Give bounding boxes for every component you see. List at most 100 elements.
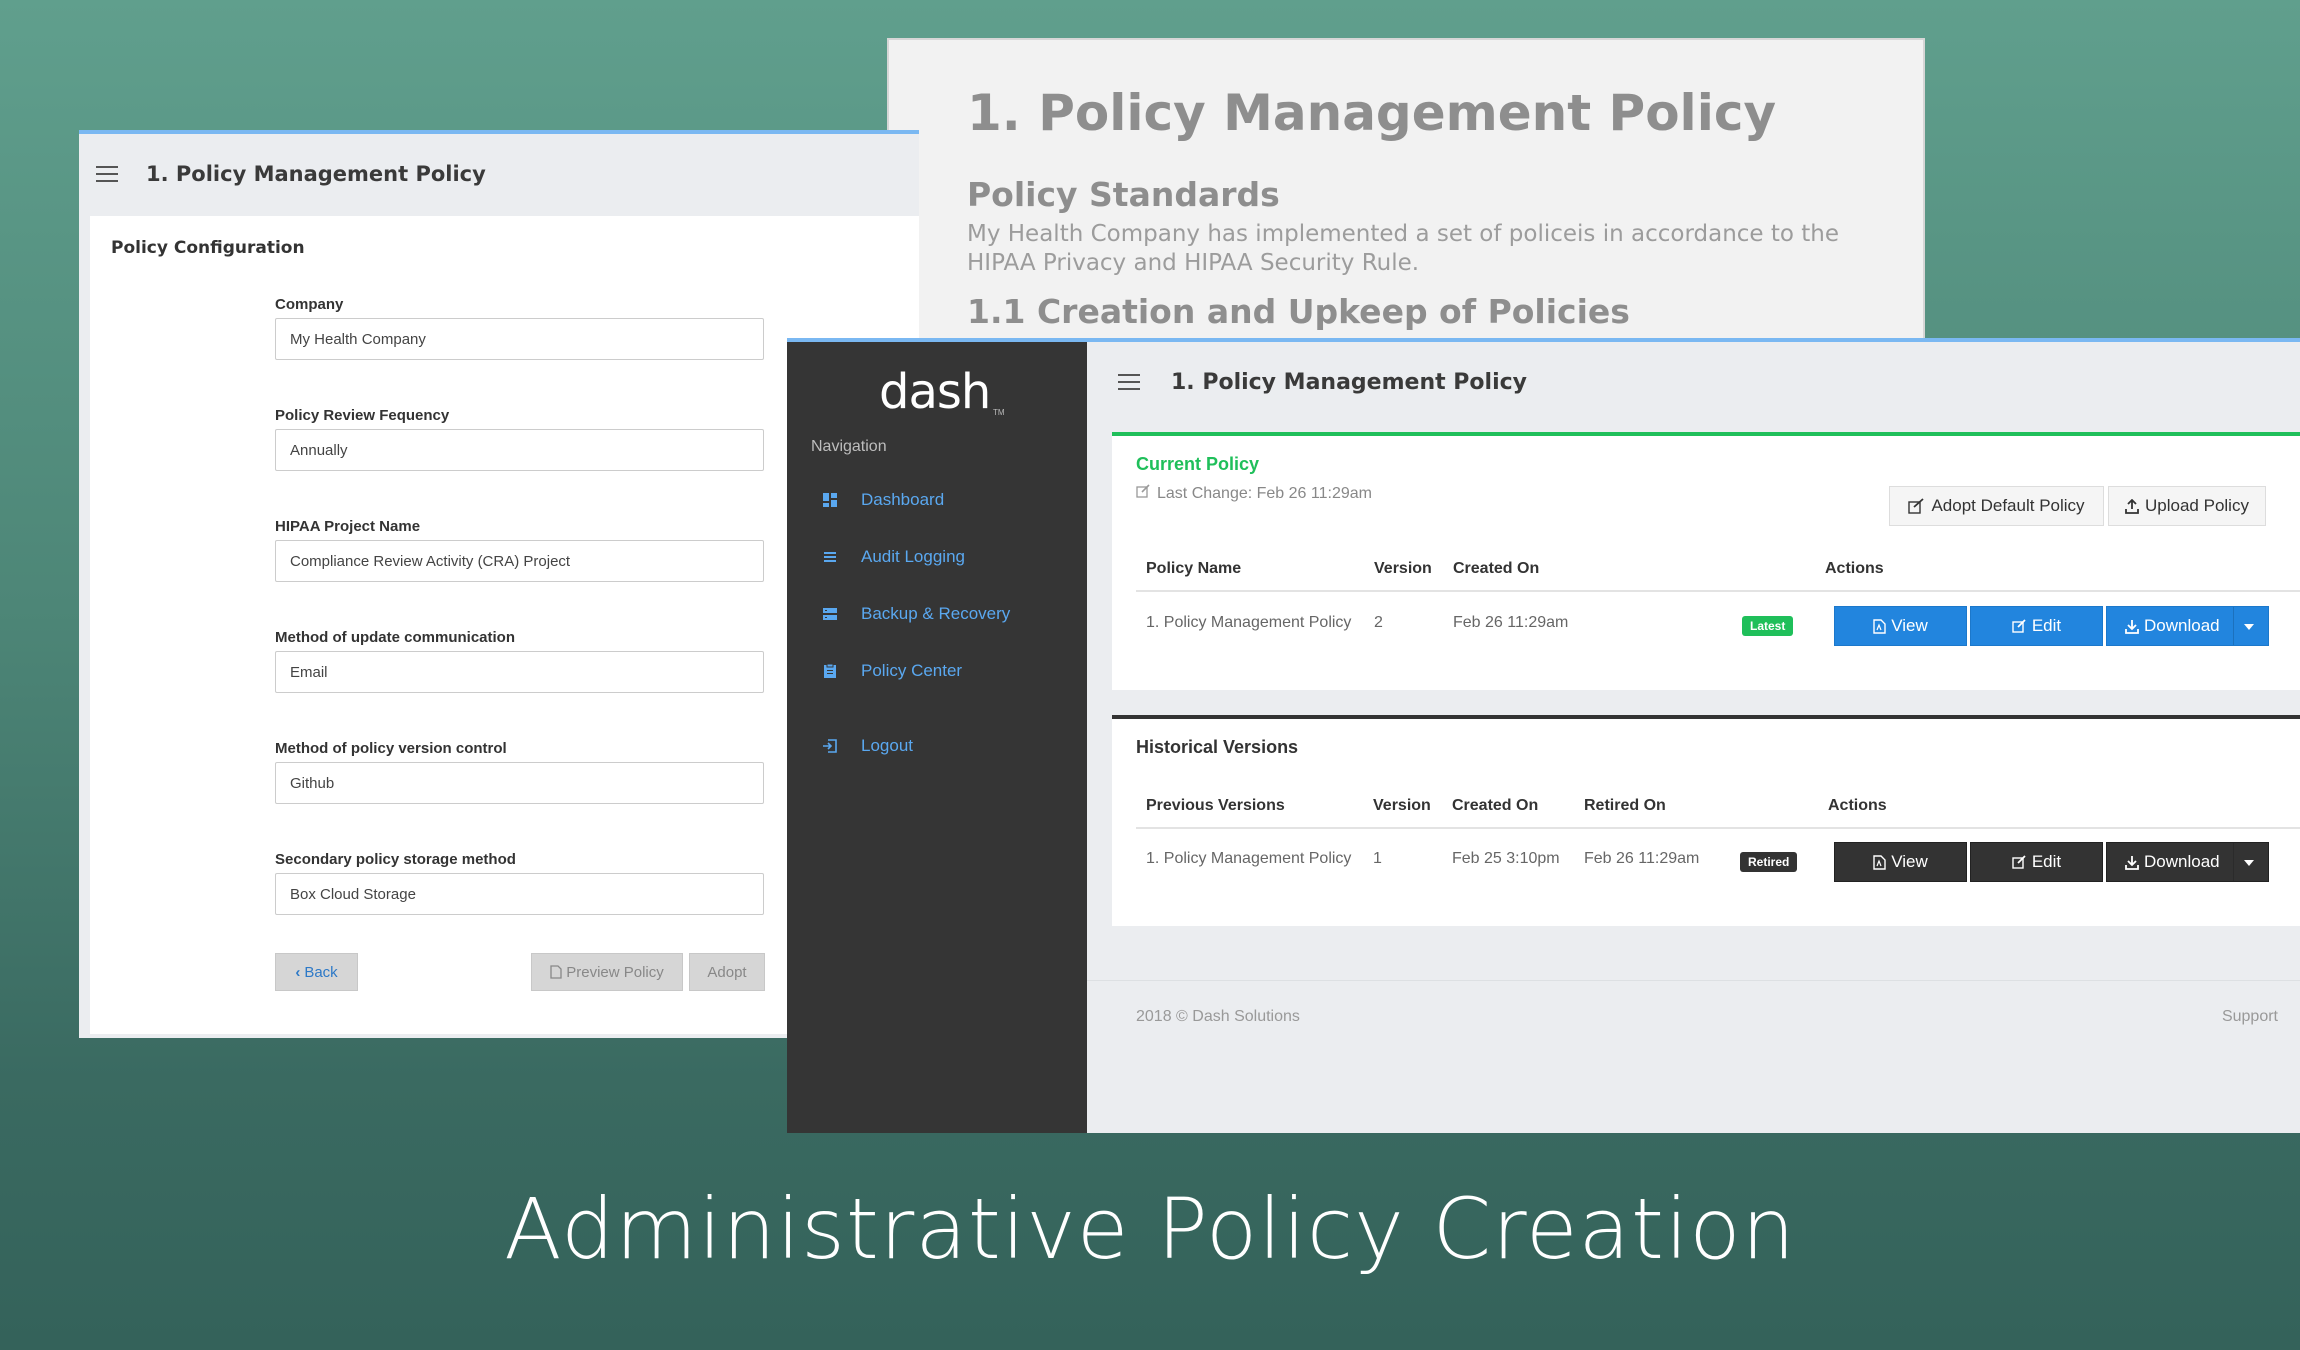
preview-policy-button[interactable]: Preview Policy: [531, 953, 683, 991]
project-name-label: HIPAA Project Name: [275, 518, 421, 535]
sidebar-item-audit-logging[interactable]: Audit Logging: [811, 547, 965, 567]
app-topbar: 1. Policy Management Policy: [1087, 342, 2300, 422]
edit-icon: [2012, 619, 2027, 633]
review-frequency-input[interactable]: Annually: [275, 429, 764, 471]
created-on-cell: Feb 26 11:29am: [1453, 614, 1569, 631]
retired-badge: Retired: [1740, 852, 1798, 872]
download-label: Download: [2144, 616, 2220, 635]
edit-icon: [1908, 498, 1925, 514]
upload-policy-button[interactable]: Upload Policy: [2108, 486, 2266, 526]
adopt-label: Adopt: [707, 963, 747, 981]
main-content: 1. Policy Management Policy Current Poli…: [1087, 342, 2300, 1133]
support-link[interactable]: Support: [2222, 1008, 2278, 1026]
caption: Administrative Policy Creation: [504, 1180, 1796, 1278]
list-icon: [821, 548, 839, 566]
version-control-field: Method of policy version control Github: [275, 740, 764, 804]
storage-method-label: Secondary policy storage method: [275, 851, 516, 868]
sidebar-item-backup-recovery[interactable]: Backup & Recovery: [811, 604, 1010, 624]
historical-versions-title: Historical Versions: [1136, 737, 1299, 757]
dash-logo: dash: [879, 364, 991, 420]
download-icon: [2125, 619, 2139, 634]
last-change: Last Change: Feb 26 11:29am: [1136, 484, 1372, 503]
latest-badge: Latest: [1742, 616, 1794, 636]
view-button[interactable]: View: [1834, 842, 1967, 882]
edit-label: Edit: [2031, 852, 2062, 871]
version-cell: 2: [1374, 614, 1383, 631]
company-label: Company: [275, 296, 344, 313]
company-field: Company My Health Company: [275, 296, 764, 360]
sidebar-item-label: Logout: [861, 736, 913, 755]
update-communication-field: Method of update communication Email: [275, 629, 764, 693]
storage-method-field: Secondary policy storage method Box Clou…: [275, 851, 764, 915]
sidebar-item-label: Dashboard: [861, 490, 945, 509]
document-heading: 1. Policy Management Policy: [967, 84, 1777, 142]
review-frequency-label: Policy Review Fequency: [275, 407, 450, 424]
clipboard-icon: [821, 662, 839, 680]
hamburger-menu-icon[interactable]: [96, 166, 118, 182]
current-policy-panel: Current Policy Last Change: Feb 26 11:29…: [1112, 432, 2300, 690]
divider: [1136, 590, 2300, 592]
download-dropdown-button[interactable]: Download: [2106, 842, 2269, 882]
document-preview-window: 1. Policy Management Policy Policy Stand…: [887, 38, 1925, 350]
column-header-version: Version: [1373, 797, 1431, 814]
edit-icon: [2012, 855, 2027, 869]
adopt-button[interactable]: Adopt: [689, 953, 765, 991]
caret-down-icon[interactable]: [2244, 860, 2254, 866]
review-frequency-field: Policy Review Fequency Annually: [275, 407, 764, 471]
column-header-created-on: Created On: [1452, 797, 1539, 814]
sidebar-item-dashboard[interactable]: Dashboard: [811, 490, 944, 510]
version-control-input[interactable]: Github: [275, 762, 764, 804]
document-subheading: Policy Standards: [967, 175, 1280, 214]
dashboard-icon: [821, 491, 839, 509]
file-pdf-icon: [1873, 618, 1886, 634]
last-change-text: Last Change: Feb 26 11:29am: [1157, 484, 1372, 502]
page-title: 1. Policy Management Policy: [1171, 369, 1527, 395]
server-icon: [821, 605, 839, 623]
document-paragraph: My Health Company has implemented a set …: [967, 221, 1840, 276]
file-pdf-icon: [550, 965, 562, 979]
preview-policy-label: Preview Policy: [566, 963, 664, 981]
historical-versions-panel: Historical Versions Previous Versions Ve…: [1112, 715, 2300, 926]
sidebar-item-label: Audit Logging: [861, 547, 965, 566]
column-header-created-on: Created On: [1453, 560, 1540, 577]
column-header-retired-on: Retired On: [1584, 797, 1666, 814]
company-input[interactable]: My Health Company: [275, 318, 764, 360]
caret-down-icon[interactable]: [2244, 624, 2254, 630]
edit-button[interactable]: Edit: [1970, 606, 2103, 646]
config-topbar: 1. Policy Management Policy: [79, 134, 919, 214]
column-header-previous-versions: Previous Versions: [1146, 797, 1285, 814]
edit-icon: [1136, 484, 1151, 503]
dash-app-window: dash TM Navigation Dashboard Audit Loggi…: [787, 338, 2300, 1133]
split-divider: [2233, 607, 2234, 645]
project-name-input[interactable]: Compliance Review Activity (CRA) Project: [275, 540, 764, 582]
current-policy-title: Current Policy: [1136, 454, 1260, 474]
view-label: View: [1891, 616, 1928, 635]
hamburger-menu-icon[interactable]: [1118, 374, 1140, 390]
back-label: Back: [304, 963, 338, 981]
logout-icon: [821, 737, 839, 755]
view-button[interactable]: View: [1834, 606, 1967, 646]
update-communication-input[interactable]: Email: [275, 651, 764, 693]
version-cell: 1: [1373, 850, 1382, 867]
chevron-left-icon: ‹: [295, 963, 301, 981]
storage-method-input[interactable]: Box Cloud Storage: [275, 873, 764, 915]
navigation-heading: Navigation: [811, 438, 887, 455]
adopt-default-policy-button[interactable]: Adopt Default Policy: [1889, 486, 2104, 526]
back-button[interactable]: ‹ Back: [275, 953, 358, 991]
edit-label: Edit: [2031, 616, 2062, 635]
sidebar-item-label: Policy Center: [861, 661, 963, 680]
column-header-version: Version: [1374, 560, 1432, 577]
version-control-label: Method of policy version control: [275, 740, 507, 757]
sidebar: dash TM Navigation Dashboard Audit Loggi…: [787, 342, 1087, 1133]
update-communication-label: Method of update communication: [275, 629, 515, 646]
download-label: Download: [2144, 852, 2220, 871]
column-header-actions: Actions: [1828, 797, 1887, 814]
edit-button[interactable]: Edit: [1970, 842, 2103, 882]
column-header-policy-name: Policy Name: [1146, 560, 1242, 577]
previous-version-name-cell: 1. Policy Management Policy: [1146, 850, 1352, 867]
download-dropdown-button[interactable]: Download: [2106, 606, 2269, 646]
sidebar-item-logout[interactable]: Logout: [811, 736, 913, 756]
sidebar-item-policy-center[interactable]: Policy Center: [811, 661, 962, 681]
document-section-heading: 1.1 Creation and Upkeep of Policies: [967, 292, 1630, 331]
footer-divider: [1087, 980, 2300, 981]
